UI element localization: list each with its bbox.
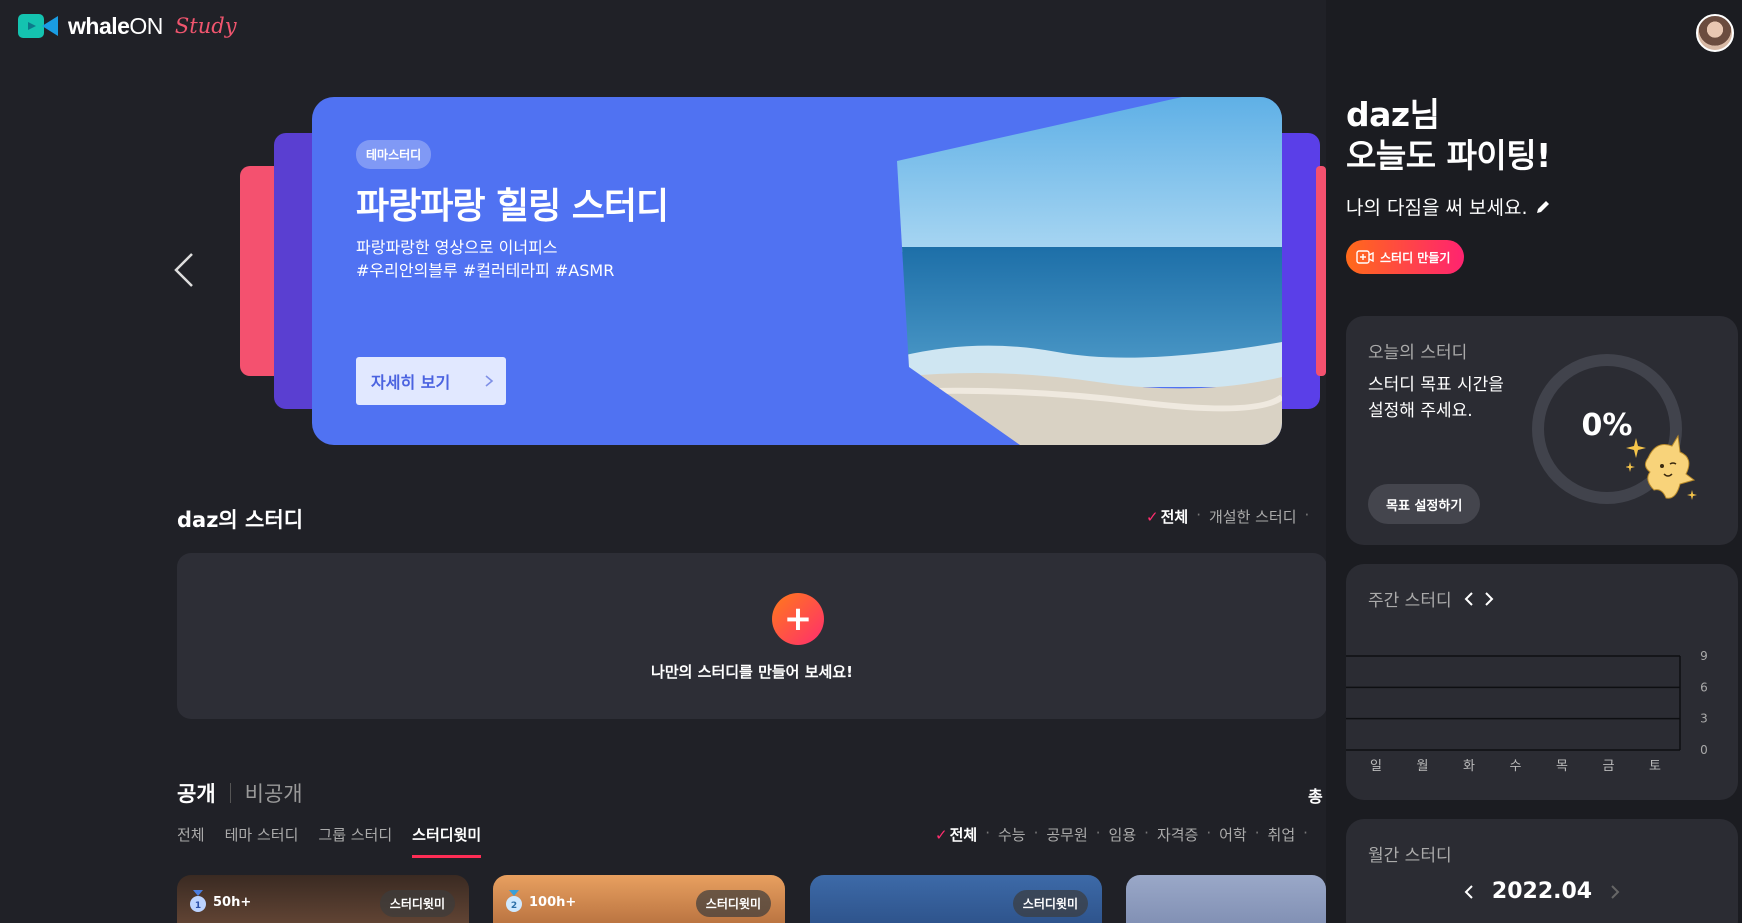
hero-desc-line: #우리안의블루 #컬러테라피 #ASMR xyxy=(356,261,615,280)
hero-detail-label: 자세히 보기 xyxy=(371,373,451,392)
x-tick-label: 수 xyxy=(1510,759,1522,774)
right-panel: daz님 오늘도 파이팅! 나의 다짐을 써 보세요. 스터디 만들기 오늘의 … xyxy=(1326,0,1742,923)
type-tab-all[interactable]: 전체 xyxy=(177,824,205,858)
study-card[interactable]: 스터디윗미 xyxy=(810,875,1102,923)
medal-icon: 1 xyxy=(190,890,206,912)
y-tick-label: 0 xyxy=(1700,743,1708,757)
carousel-card-back[interactable] xyxy=(1316,166,1326,376)
page: whaleON Study 테마스터디 파랑파랑 힐링 스터디 파랑파랑한 영상… xyxy=(0,0,1742,923)
category-job[interactable]: 취업 xyxy=(1268,824,1296,845)
medal-number: 2 xyxy=(511,901,517,911)
pencil-icon xyxy=(1537,200,1550,213)
category-all[interactable]: ✓ 전체 xyxy=(935,824,977,845)
divider xyxy=(229,783,231,803)
filter-opened[interactable]: 개설한 스터디 xyxy=(1209,506,1297,527)
my-study-filters: ✓ 전체 · 개설한 스터디 · xyxy=(1146,506,1310,527)
tab-private[interactable]: 비공개 xyxy=(245,778,303,808)
carousel-prev-icon[interactable] xyxy=(172,250,196,290)
greeting-name: daz님 xyxy=(1346,95,1440,134)
create-study-label: 스터디 만들기 xyxy=(1380,250,1451,265)
chevron-right-icon xyxy=(485,375,494,387)
total-count: 총 xyxy=(1308,787,1323,806)
type-tab-theme[interactable]: 테마 스터디 xyxy=(225,824,299,858)
category-filters: ✓ 전체 · 수능 · 공무원 · 임용 · 자격증 · 어학 · 취업 · xyxy=(935,824,1308,845)
create-study-button[interactable]: 스터디 만들기 xyxy=(1346,240,1465,274)
x-tick-label: 화 xyxy=(1463,759,1475,774)
tab-public[interactable]: 공개 xyxy=(177,778,216,808)
logo-text: whaleON xyxy=(68,12,163,39)
avatar[interactable] xyxy=(1696,14,1734,52)
study-card[interactable]: 1 50h+ 스터디윗미 xyxy=(177,875,469,923)
whale-camera-icon xyxy=(18,14,58,38)
resolution-text: 나의 다짐을 써 보세요. xyxy=(1346,197,1528,219)
type-tab-group[interactable]: 그룹 스터디 xyxy=(318,824,392,858)
weekly-label-text: 주간 스터디 xyxy=(1368,591,1452,611)
weekly-label: 주간 스터디 xyxy=(1368,586,1494,611)
greeting: daz님 오늘도 파이팅! xyxy=(1346,94,1551,176)
ocean-photo xyxy=(897,97,1282,445)
chevron-right-icon[interactable] xyxy=(1610,884,1620,900)
my-study-empty-text: 나만의 스터디를 만들어 보세요! xyxy=(651,663,853,681)
hero-title: 파랑파랑 힐링 스터디 xyxy=(356,186,669,227)
study-card[interactable]: 2 100h+ 스터디윗미 xyxy=(493,875,785,923)
chevron-left-icon[interactable] xyxy=(1464,591,1474,607)
x-tick-label: 일 xyxy=(1370,759,1382,774)
x-tick-label: 목 xyxy=(1556,759,1568,774)
y-tick-label: 9 xyxy=(1700,649,1708,663)
medal-number: 1 xyxy=(195,901,201,911)
set-goal-button[interactable]: 목표 설정하기 xyxy=(1368,484,1481,524)
type-tabs: 전체 테마 스터디 그룹 스터디 스터디윗미 xyxy=(177,824,482,858)
today-study-card: 오늘의 스터디 스터디 목표 시간을 설정해 주세요. 목표 설정하기 0% xyxy=(1346,316,1738,545)
hero-description: 파랑파랑한 영상으로 이너피스 #우리안의블루 #컬러테라피 #ASMR xyxy=(356,236,614,282)
month-navigator: 2022.04 xyxy=(1346,879,1738,904)
today-message-line: 스터디 목표 시간을 xyxy=(1368,375,1504,395)
weekly-chart: 9 6 3 0 일 월 화 수 목 금 토 xyxy=(1346,649,1708,774)
today-message-line: 설정해 주세요. xyxy=(1368,401,1473,421)
current-month: 2022.04 xyxy=(1491,879,1593,904)
chevron-left-icon[interactable] xyxy=(1464,884,1474,900)
resolution-edit[interactable]: 나의 다짐을 써 보세요. xyxy=(1346,193,1551,220)
medal-icon: 2 xyxy=(506,890,522,912)
monthly-study-card: 월간 스터디 2022.04 xyxy=(1346,819,1738,923)
hero-banner[interactable]: 테마스터디 파랑파랑 힐링 스터디 파랑파랑한 영상으로 이너피스 #우리안의블… xyxy=(312,97,1282,445)
sparkle-mascot-icon xyxy=(1626,434,1697,500)
my-study-title: daz의 스터디 xyxy=(177,508,304,532)
type-tab-study-with-me[interactable]: 스터디윗미 xyxy=(412,824,482,858)
y-tick-label: 3 xyxy=(1700,712,1708,726)
logo[interactable]: whaleON Study xyxy=(18,12,237,40)
category-certificate[interactable]: 자격증 xyxy=(1157,824,1198,845)
study-tag: 스터디윗미 xyxy=(379,890,455,917)
category-suneung[interactable]: 수능 xyxy=(998,824,1026,845)
monthly-label: 월간 스터디 xyxy=(1368,846,1452,866)
study-tag: 스터디윗미 xyxy=(695,890,771,917)
hero-detail-button[interactable]: 자세히 보기 xyxy=(356,357,506,405)
y-tick-label: 6 xyxy=(1700,680,1708,694)
x-tick-label: 월 xyxy=(1417,759,1429,774)
greeting-message: 오늘도 파이팅! xyxy=(1346,136,1551,175)
category-civil-service[interactable]: 공무원 xyxy=(1046,824,1087,845)
study-tag: 스터디윗미 xyxy=(1012,890,1088,917)
study-card[interactable] xyxy=(1126,875,1326,923)
category-teacher-exam[interactable]: 임용 xyxy=(1109,824,1137,845)
add-study-button[interactable]: + xyxy=(772,593,824,645)
study-hours: 2 100h+ xyxy=(505,890,576,914)
x-tick-label: 토 xyxy=(1649,759,1661,774)
weekly-study-card: 주간 스터디 9 6 3 0 일 월 화 수 목 금 토 xyxy=(1346,564,1738,800)
today-message: 스터디 목표 시간을 설정해 주세요. xyxy=(1368,372,1504,424)
my-study-empty-box: + 나만의 스터디를 만들어 보세요! xyxy=(177,553,1327,719)
category-language[interactable]: 어학 xyxy=(1219,824,1247,845)
x-tick-label: 금 xyxy=(1603,759,1615,774)
hero-desc-line: 파랑파랑한 영상으로 이너피스 xyxy=(356,238,558,257)
visibility-tabs: 공개 비공개 xyxy=(177,778,303,808)
filter-all[interactable]: ✓ 전체 xyxy=(1146,506,1188,527)
video-add-icon xyxy=(1356,250,1374,264)
hero-badge: 테마스터디 xyxy=(356,140,432,169)
chevron-right-icon[interactable] xyxy=(1484,591,1494,607)
today-label: 오늘의 스터디 xyxy=(1368,343,1468,363)
study-hours: 1 50h+ xyxy=(189,890,251,914)
logo-study: Study xyxy=(174,14,237,38)
